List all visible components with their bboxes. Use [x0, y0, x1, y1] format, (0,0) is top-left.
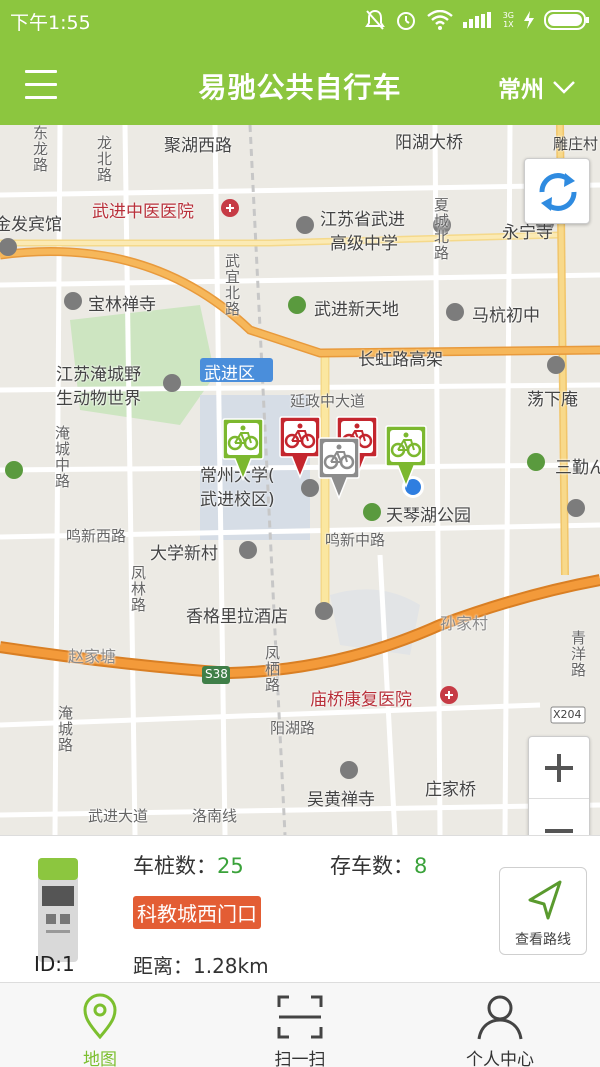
scan-icon: [277, 995, 323, 1039]
map-label: 洛南线: [192, 807, 238, 825]
map-label: 天琴湖公园: [386, 506, 471, 526]
network-type: 3G 1X: [502, 11, 514, 29]
map-label: 江苏省武进: [320, 210, 405, 230]
map-pin-icon: [83, 993, 117, 1040]
map-label: 高级中学: [330, 234, 398, 254]
map-label: 武进校区): [200, 490, 275, 510]
bicycle-icon: [222, 418, 264, 482]
map-label: 生动物世界: [56, 389, 141, 409]
battery-icon: [544, 10, 589, 30]
map-label: 孙家村: [440, 614, 489, 633]
bike-station-marker[interactable]: [317, 436, 361, 501]
map-label: 凤林路: [129, 565, 147, 613]
pile-count-value: 25: [217, 854, 244, 878]
map-label: 聚湖西路: [164, 136, 232, 156]
map-view[interactable]: 聚湖西路 阳湖大桥 雕庄村 武进中医医院 江苏省武进 高级中学 永宁寺 金发宾馆…: [0, 125, 600, 835]
map-label: 吴黄禅寺: [307, 790, 375, 810]
map-label: 大学新村: [150, 544, 218, 564]
refresh-icon: [539, 173, 577, 211]
map-label: 武进中医医院: [92, 202, 194, 222]
view-route-label: 查看路线: [515, 932, 571, 948]
bike-count-label: 存车数：: [330, 854, 414, 878]
mute-icon: [364, 9, 385, 30]
pile-count: 车桩数：25: [133, 850, 244, 880]
chevron-down-icon: [553, 81, 575, 94]
tab-scan[interactable]: 扫一扫: [200, 983, 400, 1067]
charging-icon: [524, 11, 534, 29]
pile-count-label: 车桩数：: [133, 854, 217, 878]
status-icons: 3G 1X: [364, 7, 590, 33]
map-label: 香格里拉酒店: [186, 607, 288, 627]
map-label: 武宜北路: [223, 253, 241, 317]
map-label: 庄家桥: [425, 780, 476, 800]
district-label: 武进区: [204, 364, 255, 384]
bike-station-marker[interactable]: [384, 424, 428, 489]
minus-icon: [545, 829, 573, 833]
bicycle-icon: [385, 425, 427, 489]
map-label: 延政中大道: [290, 392, 366, 410]
tab-profile[interactable]: 个人中心: [400, 983, 600, 1067]
bottom-nav: 地图 扫一扫 个人中心: [0, 982, 600, 1067]
map-label: 雕庄村: [553, 135, 599, 153]
tab-map[interactable]: 地图: [0, 983, 200, 1067]
map-label: 江苏淹城野: [56, 365, 141, 385]
station-id: ID:1: [34, 952, 75, 976]
map-label: 荡下庵: [527, 390, 578, 410]
app-header: 易驰公共自行车 常州: [0, 40, 600, 125]
bicycle-icon: [318, 437, 360, 501]
map-label: 马杭初中: [472, 306, 540, 326]
station-name-badge: 科教城西门口: [133, 896, 261, 929]
plus-icon: [545, 754, 573, 782]
view-route-button[interactable]: 查看路线: [499, 867, 587, 955]
map-label: 三勤ん: [555, 458, 600, 478]
map-label: 龙北路: [95, 135, 113, 183]
map-label: 青洋路: [569, 630, 587, 678]
map-label: 淹城路: [56, 705, 74, 753]
bike-station-icon: [38, 858, 78, 962]
city-selector[interactable]: 常州: [498, 70, 576, 104]
map-label: 凤栖路: [263, 645, 281, 693]
map-label: 鸣新西路: [66, 527, 127, 545]
status-bar: 下午1:55 3G 1X: [0, 0, 600, 40]
tab-profile-label: 个人中心: [466, 1050, 534, 1067]
map-label: 赵家塘: [68, 647, 117, 666]
bike-station-marker[interactable]: [278, 415, 322, 480]
map-label: 夏城北路: [432, 197, 450, 261]
bike-station-marker[interactable]: [221, 417, 265, 482]
city-label: 常州: [498, 77, 544, 103]
route-shield-label: X204: [553, 708, 582, 721]
zoom-out-button[interactable]: [529, 800, 589, 835]
bicycle-icon: [279, 416, 321, 480]
zoom-in-button[interactable]: [529, 737, 589, 799]
map-label: 宝林禅寺: [88, 295, 156, 315]
station-info-panel: ID:1 车桩数：25 存车数：8 科教城西门口 距离：1.28km 查看路线: [0, 835, 600, 982]
signal-icon: [462, 12, 491, 28]
map-label: 金发宾馆: [0, 215, 62, 235]
map-label: 武进大道: [88, 807, 149, 825]
refresh-button[interactable]: [524, 158, 590, 224]
zoom-control: [528, 736, 590, 835]
route-shield-label: S38: [205, 667, 228, 681]
navigation-arrow-icon: [528, 880, 562, 920]
tab-scan-label: 扫一扫: [274, 1050, 326, 1067]
bike-count: 存车数：8: [330, 850, 427, 880]
map-label: 阳湖大桥: [395, 133, 463, 153]
map-label: 庙桥康复医院: [310, 690, 412, 710]
map-label: 长虹路高架: [358, 350, 443, 370]
wifi-icon: [426, 10, 453, 30]
user-icon: [477, 995, 523, 1040]
map-label: 淹城中路: [53, 425, 71, 489]
tab-map-label: 地图: [83, 1050, 117, 1067]
map-label: 阳湖路: [270, 719, 316, 737]
map-label: 武进新天地: [314, 300, 399, 320]
map-label: 东龙路: [31, 125, 49, 173]
status-time: 下午1:55: [10, 12, 91, 34]
alarm-icon: [396, 12, 415, 30]
bike-count-value: 8: [414, 854, 428, 878]
distance-text: 距离：1.28km: [133, 954, 269, 978]
map-label: 鸣新中路: [325, 531, 386, 549]
